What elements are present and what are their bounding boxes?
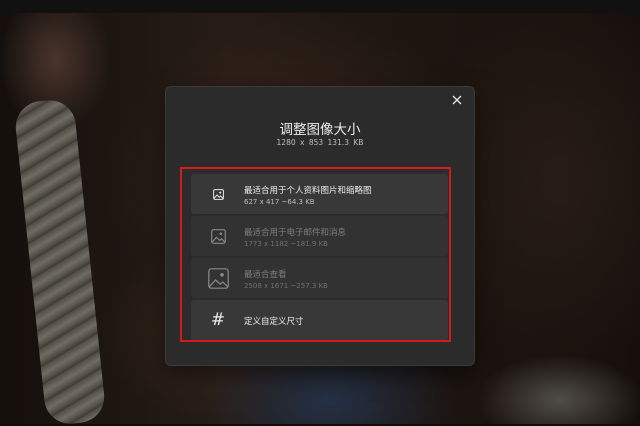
option-profile-thumbnail[interactable]: 最适合用于个人资料图片和缩略图 627 x 417 ~64.3 KB	[191, 174, 448, 214]
option-label: 最适合查看	[244, 270, 287, 280]
close-icon[interactable]	[450, 92, 464, 106]
option-email-messages[interactable]: 最适合用于电子邮件和消息 1773 x 1182 ~181.9 KB	[191, 216, 448, 256]
size-options-list: 最适合用于个人资料图片和缩略图 627 x 417 ~64.3 KB 最适合用于…	[191, 174, 448, 342]
top-bar	[0, 0, 640, 13]
original-size-info: 1280 x 853 131.3 KB	[276, 138, 364, 147]
option-dimensions: 2508 x 1671 ~257.3 KB	[244, 282, 328, 290]
hash-icon: #	[210, 309, 226, 330]
option-label: 最适合用于电子邮件和消息	[244, 228, 347, 238]
option-label: 定义自定义尺寸	[244, 317, 304, 327]
option-label: 最适合用于个人资料图片和缩略图	[244, 186, 372, 196]
option-dimensions: 627 x 417 ~64.3 KB	[244, 198, 315, 206]
dialog-title: 调整图像大小	[279, 122, 361, 138]
medium-image-icon	[191, 216, 245, 256]
small-image-icon	[191, 174, 245, 214]
option-dimensions: 1773 x 1182 ~181.9 KB	[244, 240, 328, 248]
option-custom-size[interactable]: # 定义自定义尺寸	[191, 300, 448, 340]
resize-image-dialog: 调整图像大小 1280 x 853 131.3 KB 最适合用于个人资料图片和缩…	[165, 86, 475, 366]
large-image-icon	[191, 258, 245, 298]
option-best-viewing[interactable]: 最适合查看 2508 x 1671 ~257.3 KB	[191, 258, 448, 298]
